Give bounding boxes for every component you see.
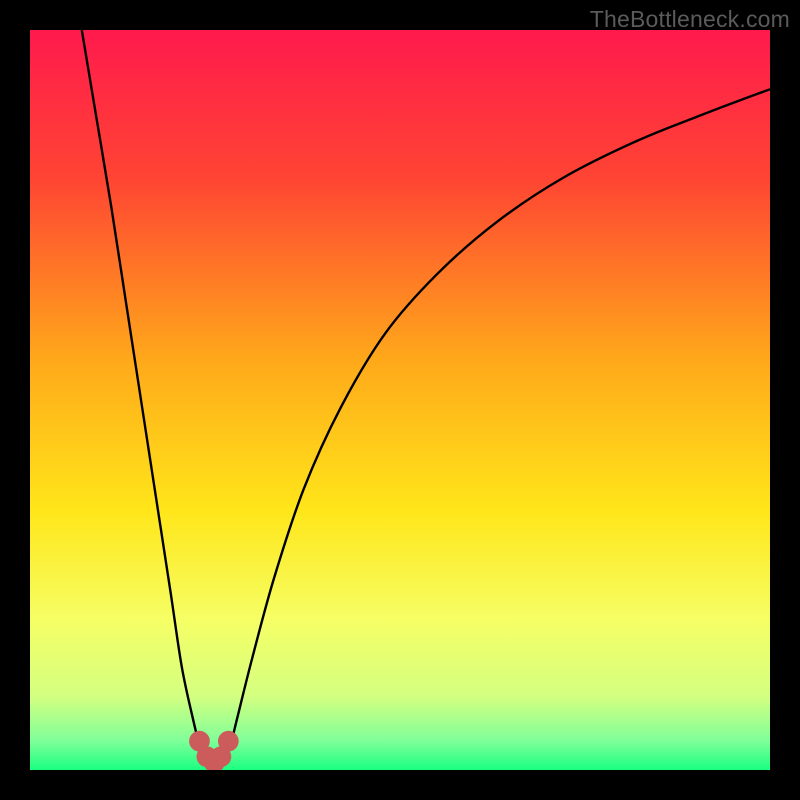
chart-plot-area <box>30 30 770 770</box>
watermark-text: TheBottleneck.com <box>590 6 790 33</box>
chart-svg <box>30 30 770 770</box>
chart-frame: TheBottleneck.com <box>0 0 800 800</box>
trough-dot-4 <box>218 731 239 752</box>
